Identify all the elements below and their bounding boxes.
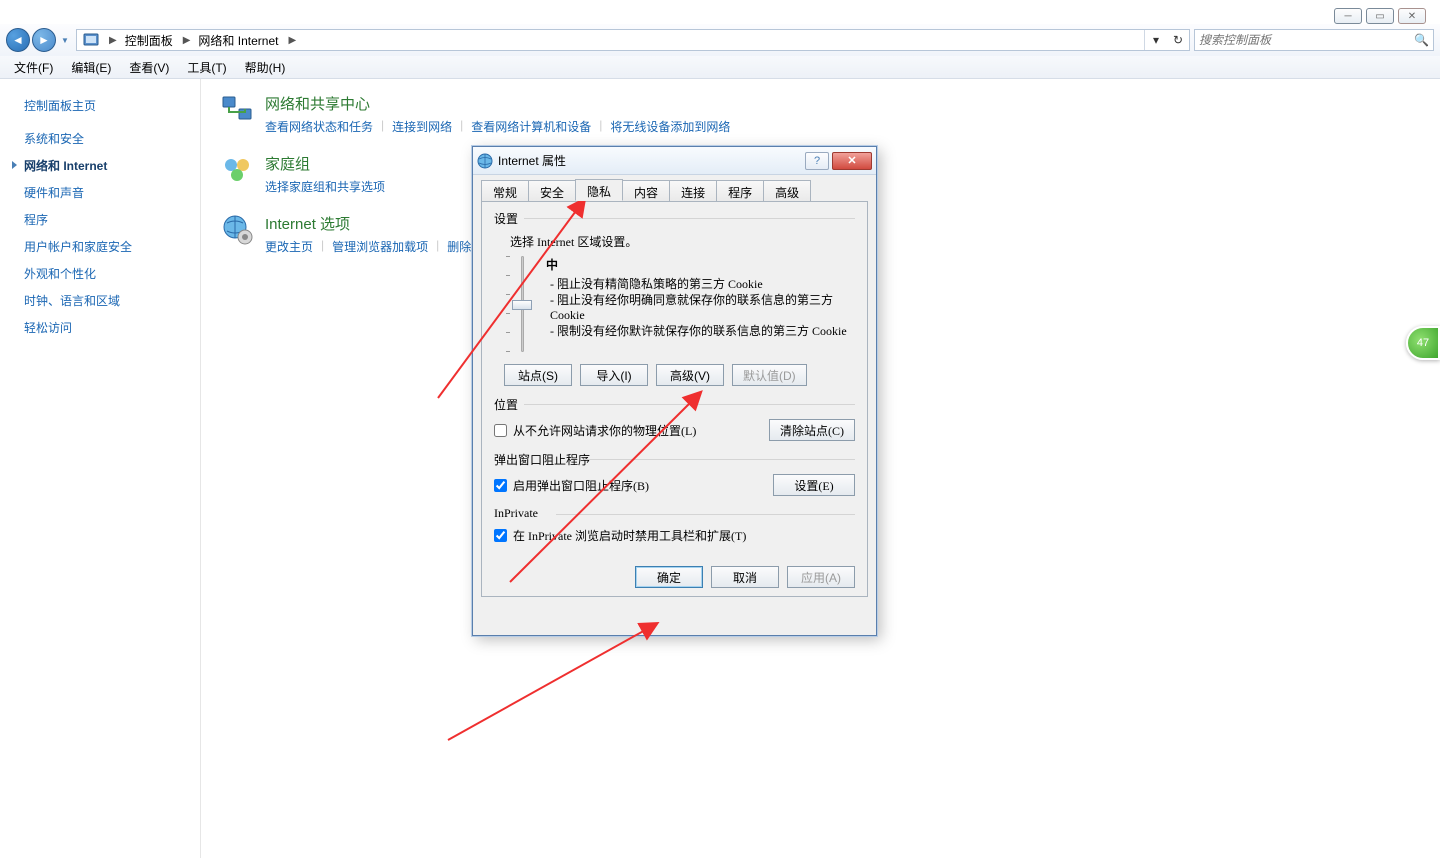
cancel-button[interactable]: 取消 xyxy=(711,566,779,588)
sidebar-item-ease[interactable]: 轻松访问 xyxy=(24,319,200,336)
sites-button[interactable]: 站点(S) xyxy=(504,364,572,386)
tab-advanced[interactable]: 高级 xyxy=(763,180,811,202)
group-location-header: 位置 xyxy=(494,396,855,413)
category-title[interactable]: 家庭组 xyxy=(265,153,385,174)
default-button[interactable]: 默认值(D) xyxy=(732,364,807,386)
link-manage-addons[interactable]: 管理浏览器加载项 xyxy=(332,238,428,255)
tab-security[interactable]: 安全 xyxy=(528,180,576,202)
sidebar: 控制面板主页 系统和安全 网络和 Internet 硬件和声音 程序 用户帐户和… xyxy=(0,79,200,858)
internet-properties-dialog: Internet 属性 ? ✕ 常规 安全 隐私 内容 连接 程序 高级 设置 … xyxy=(472,146,877,636)
dialog-help-button[interactable]: ? xyxy=(805,152,829,170)
floating-badge[interactable]: 47 xyxy=(1406,326,1440,360)
location-checkbox[interactable] xyxy=(494,424,507,437)
apply-button[interactable]: 应用(A) xyxy=(787,566,855,588)
nav-bar: ◄ ► ▼ ▶ 控制面板 ▶ 网络和 Internet ▶ ▾ ↻ 🔍 xyxy=(0,24,1440,56)
globe-icon xyxy=(477,153,493,169)
advanced-button[interactable]: 高级(V) xyxy=(656,364,724,386)
ok-button[interactable]: 确定 xyxy=(635,566,703,588)
search-box[interactable]: 🔍 xyxy=(1194,29,1434,51)
sidebar-item-system[interactable]: 系统和安全 xyxy=(24,130,200,147)
homegroup-icon xyxy=(221,153,253,185)
bc-arrow[interactable]: ▶ xyxy=(284,35,300,46)
privacy-slider[interactable] xyxy=(512,256,532,352)
window-controls: ─ ▭ ✕ xyxy=(1334,8,1426,24)
tab-connections[interactable]: 连接 xyxy=(669,180,717,202)
minimize-button[interactable]: ─ xyxy=(1334,8,1362,24)
tab-programs[interactable]: 程序 xyxy=(716,180,764,202)
popup-blocker-checkbox[interactable] xyxy=(494,479,507,492)
cp-icon xyxy=(81,30,101,50)
group-popup-header: 弹出窗口阻止程序 xyxy=(494,451,855,468)
location-checkbox-label: 从不允许网站请求你的物理位置(L) xyxy=(513,422,696,439)
sidebar-item-users[interactable]: 用户帐户和家庭安全 xyxy=(24,238,200,255)
link-connect[interactable]: 连接到网络 xyxy=(392,118,452,135)
import-button[interactable]: 导入(I) xyxy=(580,364,648,386)
back-button[interactable]: ◄ xyxy=(6,28,30,52)
breadcrumb-seg-2[interactable]: 网络和 Internet xyxy=(194,30,284,50)
privacy-bullet-2: - 阻止没有经你明确同意就保存你的联系信息的第三方 Cookie xyxy=(550,293,855,324)
dialog-footer: 确定 取消 应用(A) xyxy=(635,566,855,588)
link-view-status[interactable]: 查看网络状态和任务 xyxy=(265,118,373,135)
inprivate-checkbox-label: 在 InPrivate 浏览启动时禁用工具栏和扩展(T) xyxy=(513,527,746,544)
tab-strip: 常规 安全 隐私 内容 连接 程序 高级 xyxy=(481,179,868,201)
clear-sites-button[interactable]: 清除站点(C) xyxy=(769,419,855,441)
network-sharing-icon xyxy=(221,93,253,125)
nav-history-dropdown[interactable]: ▼ xyxy=(58,28,72,52)
sidebar-item-home[interactable]: 控制面板主页 xyxy=(24,97,200,114)
link-add-wireless[interactable]: 将无线设备添加到网络 xyxy=(610,118,730,135)
maximize-button[interactable]: ▭ xyxy=(1366,8,1394,24)
sidebar-item-appearance[interactable]: 外观和个性化 xyxy=(24,265,200,282)
link-view-computers[interactable]: 查看网络计算机和设备 xyxy=(471,118,591,135)
internet-options-icon xyxy=(221,213,253,245)
tab-privacy[interactable]: 隐私 xyxy=(575,179,623,201)
breadcrumb-seg-1[interactable]: 控制面板 xyxy=(121,30,179,50)
dialog-title: Internet 属性 xyxy=(498,152,566,169)
privacy-bullet-3: - 限制没有经你默许就保存你的联系信息的第三方 Cookie xyxy=(550,324,855,340)
group-settings-header: 设置 xyxy=(494,210,855,227)
privacy-level-label: 中 xyxy=(546,256,855,273)
sidebar-item-programs[interactable]: 程序 xyxy=(24,211,200,228)
popup-blocker-label: 启用弹出窗口阻止程序(B) xyxy=(513,477,649,494)
sidebar-item-network[interactable]: 网络和 Internet xyxy=(24,157,200,174)
menu-help[interactable]: 帮助(H) xyxy=(237,57,294,78)
menu-view[interactable]: 查看(V) xyxy=(121,57,177,78)
settings-description: 选择 Internet 区域设置。 xyxy=(510,233,855,250)
menu-tools[interactable]: 工具(T) xyxy=(179,57,234,78)
link-change-homepage[interactable]: 更改主页 xyxy=(265,238,313,255)
privacy-bullet-1: - 阻止没有精简隐私策略的第三方 Cookie xyxy=(550,277,855,293)
popup-settings-button[interactable]: 设置(E) xyxy=(773,474,855,496)
menu-edit[interactable]: 编辑(E) xyxy=(63,57,119,78)
dialog-title-bar[interactable]: Internet 属性 ? ✕ xyxy=(473,147,876,175)
sidebar-item-hardware[interactable]: 硬件和声音 xyxy=(24,184,200,201)
category-network-sharing: 网络和共享中心 查看网络状态和任务| 连接到网络| 查看网络计算机和设备| 将无… xyxy=(221,93,1420,135)
group-inprivate-header: InPrivate xyxy=(494,506,855,521)
category-title[interactable]: 网络和共享中心 xyxy=(265,93,730,114)
search-input[interactable] xyxy=(1199,33,1414,47)
search-icon[interactable]: 🔍 xyxy=(1414,33,1429,47)
sidebar-item-clock[interactable]: 时钟、语言和区域 xyxy=(24,292,200,309)
menu-bar: 文件(F) 编辑(E) 查看(V) 工具(T) 帮助(H) xyxy=(0,56,1440,79)
close-window-button[interactable]: ✕ xyxy=(1398,8,1426,24)
inprivate-checkbox[interactable] xyxy=(494,529,507,542)
breadcrumb[interactable]: ▶ 控制面板 ▶ 网络和 Internet ▶ ▾ ↻ xyxy=(76,29,1190,51)
tab-content[interactable]: 内容 xyxy=(622,180,670,202)
slider-info: 中 - 阻止没有精简隐私策略的第三方 Cookie - 阻止没有经你明确同意就保… xyxy=(552,256,855,352)
dialog-close-button[interactable]: ✕ xyxy=(832,152,872,170)
dialog-body: 常规 安全 隐私 内容 连接 程序 高级 设置 选择 Internet 区域设置… xyxy=(473,175,876,605)
tab-page-privacy: 设置 选择 Internet 区域设置。 中 - 阻止没有精简隐私策略的第三方 … xyxy=(481,201,868,597)
menu-file[interactable]: 文件(F) xyxy=(6,57,61,78)
bc-arrow[interactable]: ▶ xyxy=(105,35,121,46)
forward-button[interactable]: ► xyxy=(32,28,56,52)
breadcrumb-dropdown[interactable]: ▾ xyxy=(1145,30,1167,50)
bc-arrow[interactable]: ▶ xyxy=(179,35,195,46)
link-homegroup-options[interactable]: 选择家庭组和共享选项 xyxy=(265,178,385,195)
refresh-button[interactable]: ↻ xyxy=(1167,30,1189,50)
tab-general[interactable]: 常规 xyxy=(481,180,529,202)
